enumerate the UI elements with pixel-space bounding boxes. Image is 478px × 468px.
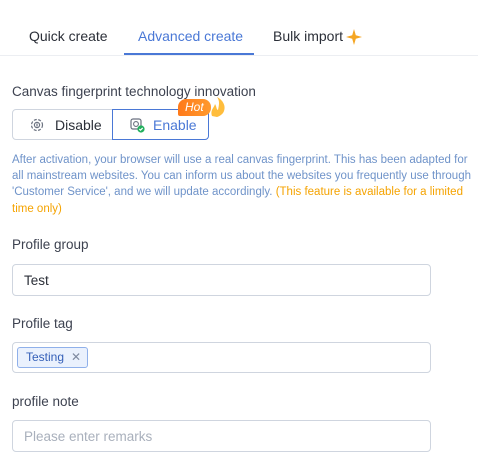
- tag-label: Testing: [26, 350, 65, 364]
- tag-chip: Testing ✕: [17, 347, 89, 368]
- tab-quick-create[interactable]: Quick create: [29, 28, 108, 44]
- profile-group-field[interactable]: [12, 264, 431, 296]
- profile-note-label: profile note: [12, 394, 79, 409]
- enable-label: Enable: [153, 116, 197, 133]
- flame-icon: [211, 97, 225, 117]
- profile-tag-field[interactable]: Testing ✕: [12, 342, 431, 373]
- fingerprint-check-icon: [130, 117, 145, 133]
- disable-label: Disable: [55, 116, 102, 133]
- profile-tag-label: Profile tag: [12, 316, 73, 331]
- disable-button[interactable]: Disable: [12, 109, 113, 140]
- tab-bar: Quick create Advanced create Bulk import: [0, 0, 478, 56]
- fingerprint-description: After activation, your browser will use …: [12, 152, 472, 217]
- profile-group-label: Profile group: [12, 237, 89, 252]
- close-icon[interactable]: ✕: [71, 348, 81, 367]
- sparkle-icon: [346, 29, 362, 45]
- fingerprint-icon: [30, 118, 44, 131]
- hot-badge: Hot: [178, 99, 211, 116]
- profile-note-field[interactable]: [12, 420, 431, 452]
- active-tab-indicator: [124, 53, 254, 55]
- tab-advanced-create[interactable]: Advanced create: [138, 28, 243, 44]
- tab-bulk-import[interactable]: Bulk import: [273, 28, 343, 44]
